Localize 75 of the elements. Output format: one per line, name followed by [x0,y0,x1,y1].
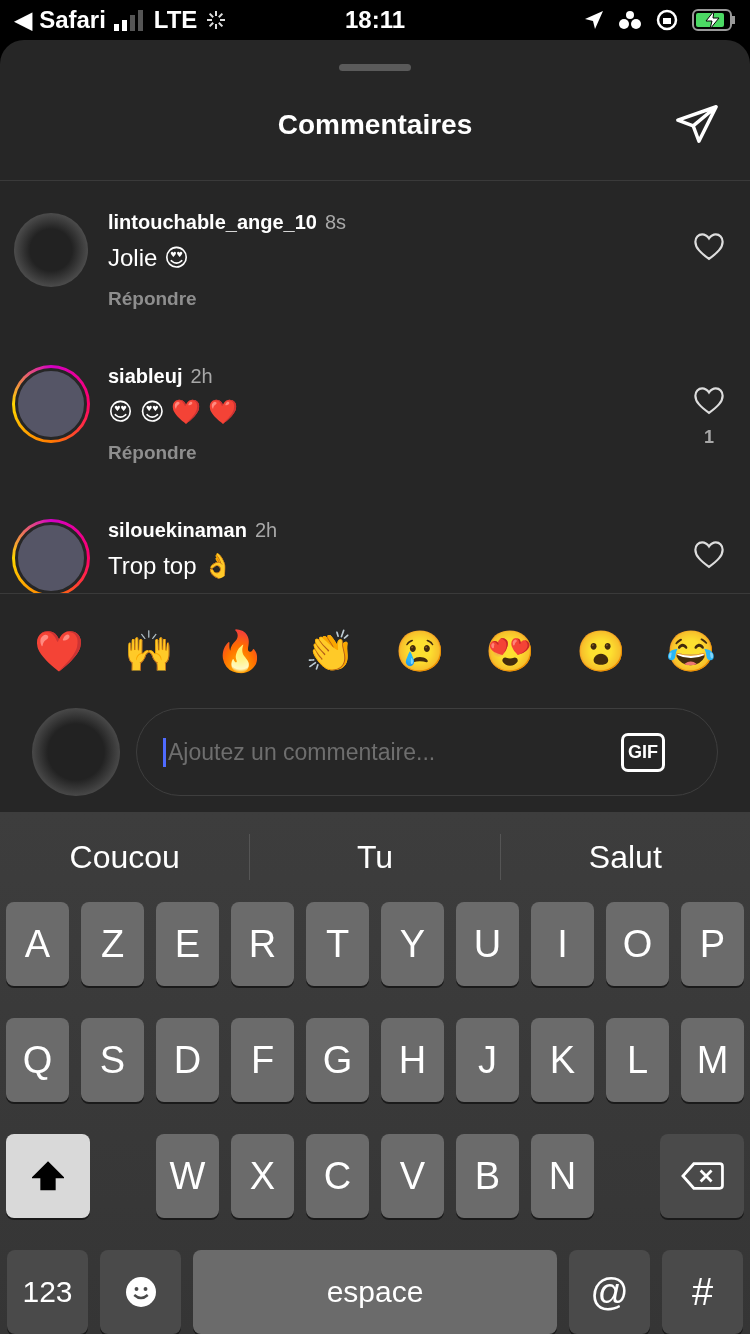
backspace-icon [680,1161,724,1191]
backspace-key[interactable] [660,1134,744,1218]
clock-time: 18:11 [344,6,406,34]
letter-key[interactable]: O [606,902,669,986]
rotation-lock-icon [656,9,678,31]
letter-key[interactable]: B [456,1134,519,1218]
battery-charging-icon [692,9,736,31]
word-suggestion[interactable]: Salut [499,834,750,880]
reply-link[interactable]: Répondre [108,441,197,464]
letter-key[interactable]: E [156,902,219,986]
letter-key[interactable]: R [231,902,294,986]
emoji-reaction-button[interactable]: ❤ [34,631,85,672]
comment-age: 2h [190,364,213,388]
emoji-reaction-button[interactable]: 👏 [304,631,355,672]
heart-icon [692,384,726,415]
word-suggestion[interactable]: Tu [249,834,500,880]
letter-key[interactable]: Q [6,1018,69,1102]
comment-text: 😍 😍 ❤ ❤ [108,397,240,426]
letter-key[interactable]: I [531,902,594,986]
letter-key[interactable]: H [381,1018,444,1102]
emoji-reaction-button[interactable]: 🙌 [124,631,175,672]
emoji-reaction-button[interactable]: 🔥 [214,631,265,672]
letter-key[interactable]: N [531,1134,594,1218]
letter-key[interactable]: X [231,1134,294,1218]
shift-key[interactable] [6,1134,90,1218]
letter-key[interactable]: U [456,902,519,986]
at-key[interactable]: @ [569,1250,650,1334]
letter-key[interactable]: K [531,1018,594,1102]
like-button[interactable] [692,230,726,263]
comment-age: 8s [324,210,347,234]
comment-text: Trop top 👌 [108,551,235,580]
emoji-key[interactable] [100,1250,181,1334]
letter-key[interactable]: D [156,1018,219,1102]
comment-text: Jolie 😍 [108,243,191,272]
comment-age: 2h [254,518,278,542]
hash-key[interactable]: # [662,1250,743,1334]
letter-key[interactable]: F [231,1018,294,1102]
location-arrow-icon [584,10,604,30]
loading-spinner-icon [205,9,228,31]
like-button[interactable] [692,384,726,417]
letter-key[interactable]: C [306,1134,369,1218]
letter-key[interactable]: P [681,902,744,986]
like-count: 1 [704,426,714,448]
letter-key[interactable]: V [381,1134,444,1218]
word-suggestion[interactable]: Coucou [0,834,250,880]
signal-icon [113,9,146,31]
letter-key[interactable]: W [156,1134,219,1218]
letter-key[interactable]: Z [81,902,144,986]
emoji-reaction-button[interactable]: 😮 [575,631,626,672]
username[interactable]: lintouchable_ange_10 [108,210,317,234]
like-button[interactable] [692,538,726,571]
heart-icon [692,230,726,261]
letter-key[interactable]: M [681,1018,744,1102]
letter-key[interactable]: Y [381,902,444,986]
emoji-reaction-button[interactable]: 😢 [395,631,446,672]
network-type: LTE [153,6,198,34]
username[interactable]: silouekinaman [108,518,247,542]
numbers-key[interactable]: 123 [7,1250,88,1334]
emoji-reaction-button[interactable]: 😂 [665,631,716,672]
drag-handle[interactable] [339,64,411,71]
gif-button[interactable]: GIF [621,732,665,772]
letter-key[interactable]: S [81,1018,144,1102]
username[interactable]: siableuj [108,364,183,388]
heart-icon [692,538,726,569]
letter-key[interactable]: L [606,1018,669,1102]
letter-key[interactable]: J [456,1018,519,1102]
sheet-title: Commentaires [277,109,473,142]
letter-key[interactable]: T [306,902,369,986]
reply-link[interactable]: Répondre [108,287,197,310]
letter-key[interactable]: G [306,1018,369,1102]
letter-key[interactable]: A [6,902,69,986]
back-to-app-link[interactable]: ◀ Safari [14,6,106,34]
up-arrow-icon [32,1161,64,1191]
space-key[interactable]: espace [193,1250,557,1334]
emoji-reaction-button[interactable]: 😍 [485,631,536,672]
